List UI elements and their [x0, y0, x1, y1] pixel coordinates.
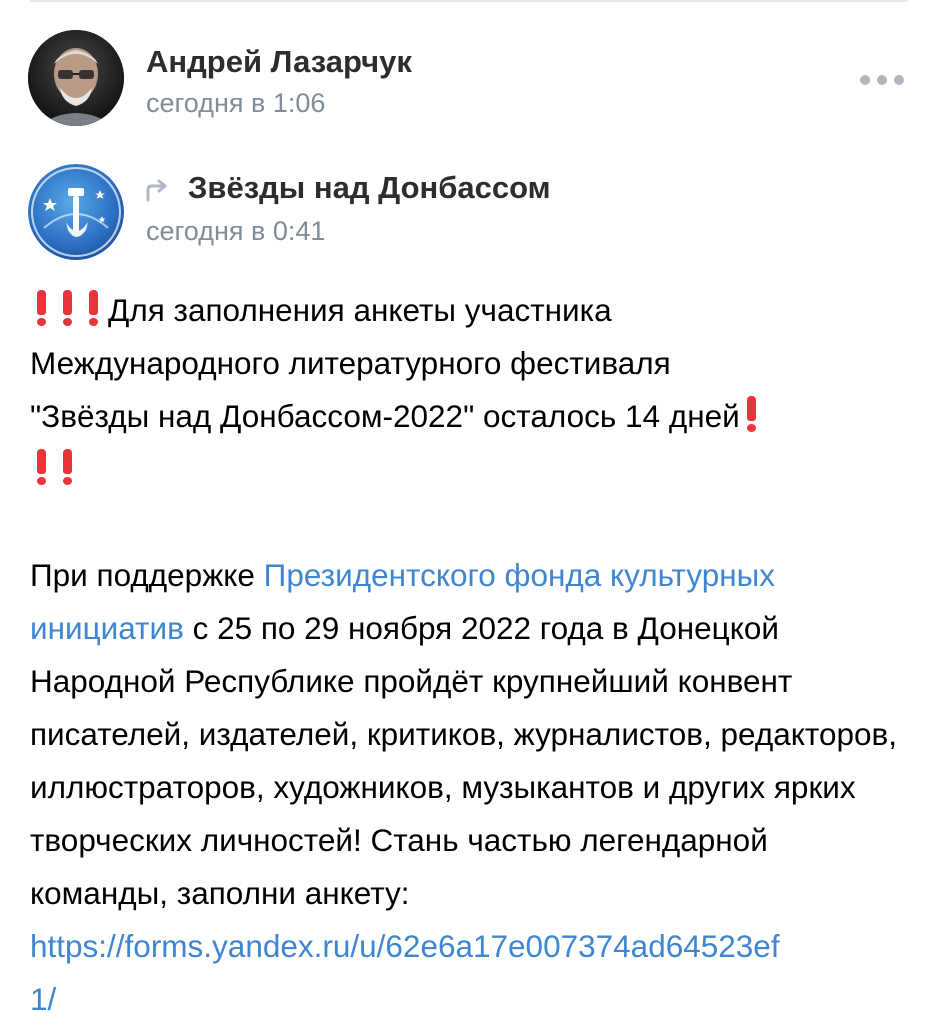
post-header: Андрей Лазарчук сегодня в 1:06	[28, 30, 910, 130]
form-url-part-1: https://forms.yandex.ru/u/62e6a17e007374…	[30, 928, 780, 964]
group-avatar[interactable]	[28, 164, 124, 260]
description-text-after-link: с 25 по 29 ноября 2022 года в Донецкой Н…	[30, 610, 897, 911]
exclamation-icon	[34, 290, 48, 326]
more-horizontal-icon	[860, 75, 870, 85]
repost-timestamp[interactable]: сегодня в 0:41	[146, 216, 325, 247]
post-timestamp[interactable]: сегодня в 1:06	[146, 88, 325, 119]
form-url-link[interactable]: https://forms.yandex.ru/u/62e6a17e007374…	[30, 928, 780, 1017]
announcement-line-2: Международного литературного фестиваля	[30, 345, 671, 381]
repost-header: Звёзды над Донбассом сегодня в 0:41	[28, 164, 910, 264]
more-horizontal-icon-dot	[894, 75, 904, 85]
description-text-before-link: При поддержке	[30, 557, 264, 593]
post-paragraph-description: При поддержке Президентского фонда культ…	[30, 549, 910, 1026]
announcement-line-1: Для заполнения анкеты участника	[108, 292, 612, 328]
repost-group-name[interactable]: Звёзды над Донбассом	[188, 170, 551, 206]
exclamation-icon	[34, 449, 48, 485]
author-name[interactable]: Андрей Лазарчук	[146, 44, 412, 80]
form-url-part-2: 1/	[30, 981, 57, 1017]
post-paragraph-announcement: Для заполнения анкеты участника Междунар…	[30, 284, 910, 496]
author-avatar[interactable]	[28, 30, 124, 126]
repost-arrow-icon	[144, 178, 170, 202]
more-options-button[interactable]	[860, 68, 904, 92]
exclamation-icon	[744, 396, 758, 432]
more-horizontal-icon-dot	[877, 75, 887, 85]
top-divider	[30, 0, 908, 2]
exclamation-icon	[60, 449, 74, 485]
exclamation-icon	[60, 290, 74, 326]
post-body: Для заполнения анкеты участника Междунар…	[30, 284, 910, 1026]
announcement-line-3: "Звёзды над Донбассом-2022" осталось 14 …	[30, 398, 740, 434]
exclamation-icon	[86, 290, 100, 326]
